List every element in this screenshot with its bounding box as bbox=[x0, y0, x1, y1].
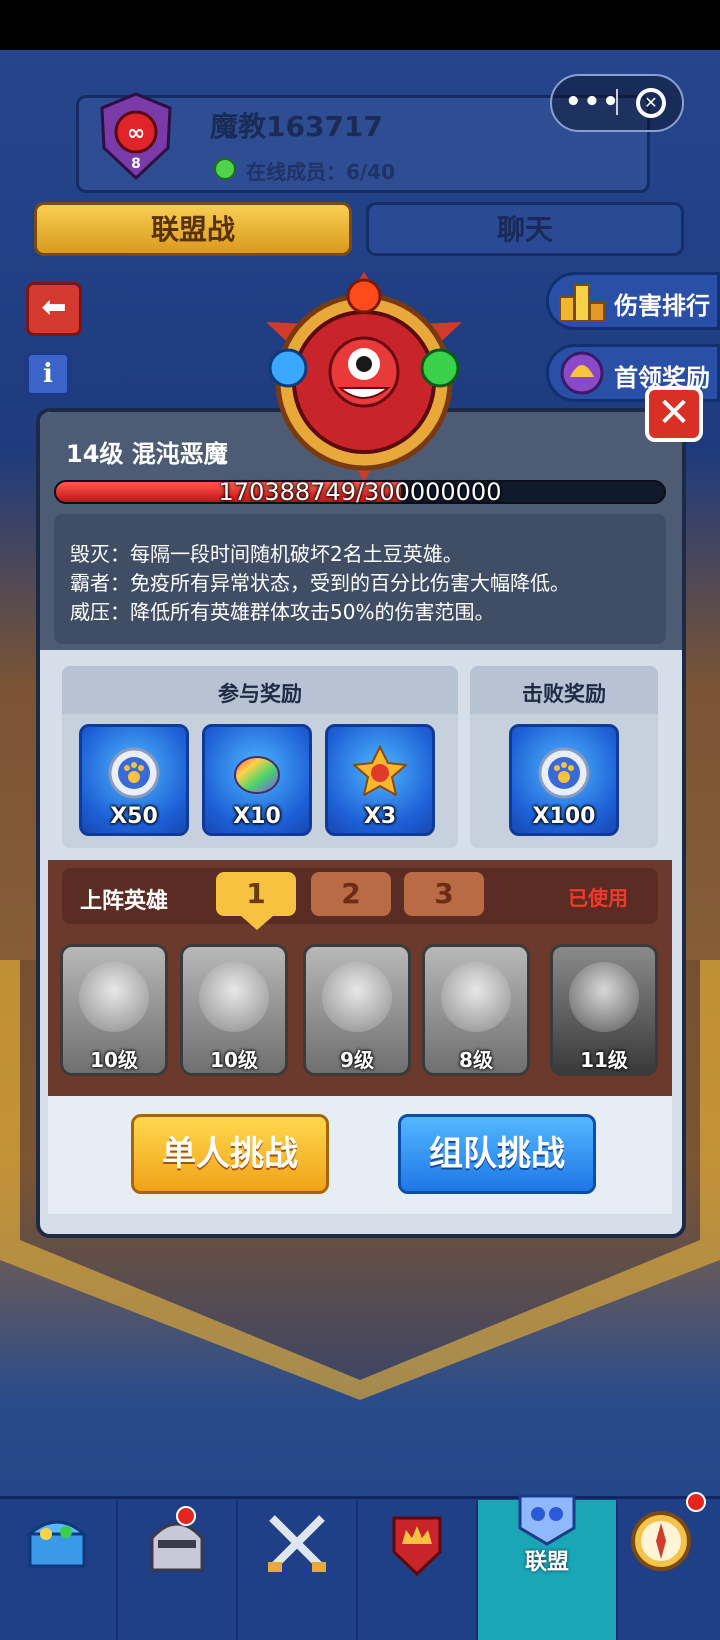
compass-icon bbox=[631, 1511, 691, 1571]
guild-name: 魔教163717 bbox=[210, 110, 383, 143]
solo-challenge-button[interactable]: 单人挑战 bbox=[131, 1114, 329, 1194]
online-status-icon bbox=[214, 158, 236, 180]
svg-text:∞: ∞ bbox=[127, 121, 145, 146]
info-button[interactable]: i bbox=[26, 352, 70, 396]
lineup-tab-3[interactable]: 3 bbox=[404, 872, 484, 916]
hero-level: 9级 bbox=[340, 1048, 374, 1072]
damage-ranking-label: 伤害排行 bbox=[614, 292, 710, 320]
notification-dot-icon bbox=[686, 1492, 706, 1512]
ability-dominate: 霸者：免疫所有异常状态，受到的百分比伤害大幅降低。 bbox=[70, 571, 570, 595]
reward-count: X10 bbox=[233, 804, 281, 829]
hero-portrait bbox=[441, 962, 511, 1032]
boss-hp-text: 170388749/300000000 bbox=[218, 478, 502, 506]
team-challenge-button[interactable]: 组队挑战 bbox=[398, 1114, 596, 1194]
reward-count: X3 bbox=[363, 804, 397, 829]
ranking-podium-icon bbox=[559, 284, 605, 322]
hero-level: 10级 bbox=[90, 1048, 138, 1072]
hero-level: 8级 bbox=[459, 1048, 493, 1072]
tab-chat[interactable]: 聊天 bbox=[366, 202, 684, 256]
online-members: 在线成员：6/40 bbox=[246, 160, 396, 184]
nav-kingdom[interactable] bbox=[358, 1500, 478, 1640]
hero-portrait bbox=[79, 962, 149, 1032]
chest-icon bbox=[26, 1520, 88, 1568]
used-status: 已使用 bbox=[568, 886, 628, 910]
ability-destroy: 毁灭：每隔一段时间随机破坏2名土豆英雄。 bbox=[70, 542, 463, 566]
reward-count: X50 bbox=[110, 804, 158, 829]
lineup-tab-2[interactable]: 2 bbox=[311, 872, 391, 916]
reward-count: X100 bbox=[532, 804, 596, 829]
more-menu-button[interactable]: ••• bbox=[565, 80, 619, 124]
tab-alliance-war[interactable]: 联盟战 bbox=[34, 202, 352, 256]
notification-dot-icon bbox=[176, 1506, 196, 1526]
crossed-swords-icon bbox=[268, 1515, 326, 1572]
fist-badge-icon bbox=[352, 745, 408, 797]
nav-battle[interactable] bbox=[238, 1500, 358, 1640]
nav-explore[interactable] bbox=[618, 1500, 720, 1640]
hero-portrait bbox=[199, 962, 269, 1032]
close-panel-button[interactable]: ✕ bbox=[645, 386, 703, 442]
boss-title: 14级 混沌恶魔 bbox=[66, 440, 228, 468]
status-bar-area bbox=[0, 0, 720, 50]
rainbow-bean-icon bbox=[234, 756, 280, 794]
paw-coin-icon bbox=[108, 747, 160, 799]
hero-portrait bbox=[569, 962, 639, 1032]
guild-level: 8 bbox=[131, 156, 141, 172]
hero-portrait bbox=[322, 962, 392, 1032]
ability-intimidate: 威压：降低所有英雄群体攻击50%的伤害范围。 bbox=[70, 600, 495, 624]
paw-coin-icon bbox=[538, 747, 590, 799]
boss-portrait-icon bbox=[266, 272, 462, 482]
alliance-icon bbox=[518, 1494, 576, 1546]
participation-rewards-label: 参与奖励 bbox=[218, 682, 302, 706]
defeat-rewards-label: 击败奖励 bbox=[522, 682, 606, 706]
hero-level: 10级 bbox=[210, 1048, 258, 1072]
nav-alliance-label: 联盟 bbox=[524, 1550, 569, 1575]
hero-level: 11级 bbox=[580, 1048, 628, 1072]
nav-chest[interactable] bbox=[0, 1500, 120, 1640]
lineup-tab-1[interactable]: 1 bbox=[216, 872, 296, 916]
capsule-divider bbox=[616, 89, 618, 115]
back-button[interactable]: ⬅ bbox=[26, 282, 82, 336]
lineup-title: 上阵英雄 bbox=[80, 889, 169, 914]
boss-reward-icon bbox=[560, 351, 604, 395]
lineup-tab-pointer bbox=[241, 916, 273, 930]
guild-emblem-icon: ∞ 8 bbox=[100, 92, 172, 181]
close-mini-program-button[interactable]: ✕ bbox=[636, 88, 666, 118]
crown-shield-icon bbox=[392, 1516, 442, 1577]
